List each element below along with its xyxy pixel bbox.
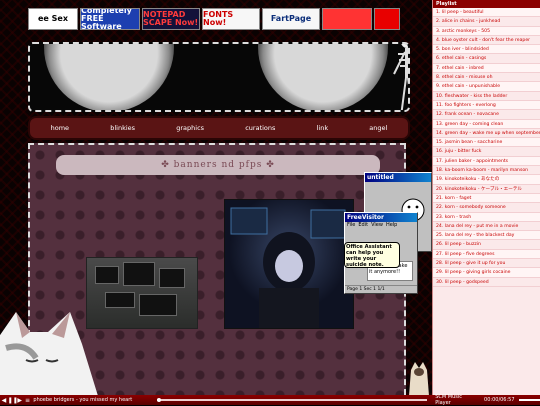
nav-link[interactable]: link xyxy=(317,124,329,132)
playlist-item[interactable]: 20. kinokoteikoku - ケーブル・エーテル xyxy=(433,185,540,194)
website-page: ee Sex Completely FREE Software NOTEPAD SC… xyxy=(0,0,432,395)
title-ornament-right: ✤ xyxy=(262,160,275,170)
playlist-item[interactable]: 25. lana del rey - the blackest day xyxy=(433,231,540,241)
blinkie-2: NOTEPAD SCAPE Now! xyxy=(142,8,200,30)
menu-view[interactable]: View xyxy=(371,222,383,228)
playlist-item[interactable]: 7. ethel cain - inbred xyxy=(433,63,540,74)
menu-help[interactable]: Help xyxy=(386,222,397,228)
paint-titlebar: FreeVisitor xyxy=(345,213,417,222)
next-icon[interactable]: ▶ xyxy=(16,397,24,404)
anime-girl-figure xyxy=(230,207,346,328)
blinkie-0: ee Sex xyxy=(28,8,78,30)
playlist-item[interactable]: 8. ethel cain - misuse oh xyxy=(433,73,540,83)
section-title: ✤ banners nd pfps ✤ xyxy=(56,155,380,175)
blinkie-4: FartPage xyxy=(262,8,320,30)
title-ornament-left: ✤ xyxy=(161,160,174,170)
blinkie-row: ee Sex Completely FREE Software NOTEPAD SC… xyxy=(28,8,400,30)
blinkie-5 xyxy=(322,8,372,30)
playlist-item[interactable]: 19. kinokoteikoku - あなたの xyxy=(433,175,540,185)
music-player-bar: ◀ ❚❚ ▶ ≡ phoebe bridgers - you missed my… xyxy=(0,394,540,406)
section-title-text: banners nd pfps xyxy=(173,160,263,170)
playlist-item[interactable]: 22. korn - somebody someone xyxy=(433,203,540,213)
playlist-item[interactable]: 29. lil peep - giving girls cocaine xyxy=(433,268,540,278)
menu-file[interactable]: File xyxy=(347,222,355,228)
playlist-item[interactable]: 9. ethel cain - unpunishable xyxy=(433,82,540,92)
moon-image-right xyxy=(258,44,388,110)
playlist-item[interactable]: 5. bon iver - blindsided xyxy=(433,45,540,55)
playlist-item[interactable]: 6. ethel cain - casings xyxy=(433,54,540,64)
skeleton-icon xyxy=(393,44,408,110)
playlist-item[interactable]: 28. lil peep - give it up for you xyxy=(433,259,540,269)
playlist-item[interactable]: 10. fleshwater - kiss the ladder xyxy=(433,92,540,101)
playlist-item[interactable]: 14. green day - wake me up when septembe… xyxy=(433,129,540,139)
player-name: SCM Music Player xyxy=(435,394,462,406)
siamese-cat-image xyxy=(409,362,429,395)
playlist-title: Playlist xyxy=(433,0,540,8)
playlist-item[interactable]: 24. lana del rey - put me in a movie xyxy=(433,222,540,232)
header-banner xyxy=(28,42,410,112)
prev-icon[interactable]: ◀ xyxy=(0,397,8,404)
office-assistant-tooltip: Office Assistant can help you write your… xyxy=(344,242,400,268)
main-nav: home blinkies graphics curations link an… xyxy=(28,116,410,140)
white-cat-image xyxy=(0,312,98,395)
progress-bar[interactable] xyxy=(157,398,428,402)
playlist-item[interactable]: 30. lil peep - godspeed xyxy=(433,278,540,287)
playlist-item[interactable]: 18. ka-boom ka-boom - marilyn manson xyxy=(433,166,540,176)
menu-edit[interactable]: Edit xyxy=(358,222,368,228)
playlist-item[interactable]: 13. green day - coming clean xyxy=(433,119,540,129)
blinkie-1: Completely FREE Software xyxy=(80,8,140,30)
playlist-item[interactable]: 12. frank ocean - novacane xyxy=(433,110,540,120)
moon-image-left xyxy=(44,44,174,110)
nav-home[interactable]: home xyxy=(51,124,69,132)
playlist-toggle-icon[interactable]: ≡ xyxy=(24,397,32,404)
playlist-item[interactable]: 27. lil peep - five degrees xyxy=(433,249,540,260)
untitled-titlebar: untitled xyxy=(365,173,431,182)
volume-slider[interactable] xyxy=(518,399,540,401)
playlist-item[interactable]: 1. lil peep - beautiful xyxy=(433,8,540,18)
playlist-item[interactable]: 16. juju - bitter fuck xyxy=(433,147,540,157)
playlist-item[interactable]: 2. alice in chains - junkhead xyxy=(433,17,540,27)
playlist-panel: Playlist 1. lil peep - beautiful 2. alice… xyxy=(432,0,540,395)
anime-girl-image xyxy=(224,199,354,329)
paint-statusbar: Page 1 Sec 1 1/1 xyxy=(345,285,417,293)
blinkie-6 xyxy=(374,8,400,30)
playlist-items: 1. lil peep - beautiful 2. alice in chain… xyxy=(433,8,540,287)
nav-curations[interactable]: curations xyxy=(245,124,275,132)
playlist-item[interactable]: 23. korn - trash xyxy=(433,212,540,222)
progress-knob[interactable] xyxy=(157,398,162,402)
playlist-item[interactable]: 17. julien baker - appointments xyxy=(433,156,540,167)
paint-menu: File Edit View Help xyxy=(345,222,417,228)
blinkie-3: FONTS Now! xyxy=(202,8,260,30)
nav-graphics[interactable]: graphics xyxy=(176,124,204,132)
nav-blinkies[interactable]: blinkies xyxy=(110,124,135,132)
now-playing: phoebe bridgers - you missed my heart xyxy=(33,397,133,403)
playlist-item[interactable]: 15. jasmin bean - saccharine xyxy=(433,138,540,148)
time-display: 00:00/06:57 xyxy=(484,397,515,403)
pause-icon[interactable]: ❚❚ xyxy=(8,397,18,404)
nav-angel[interactable]: angel xyxy=(369,124,387,132)
playlist-item[interactable]: 26. lil peep - buzzin xyxy=(433,240,540,250)
playlist-item[interactable]: 3. arctic monkeys - 505 xyxy=(433,26,540,36)
playlist-item[interactable]: 4. blue oyster cult - don't fear the rea… xyxy=(433,36,540,46)
playlist-item[interactable]: 21. korn - faget xyxy=(433,193,540,204)
playlist-item[interactable]: 11. foo fighters - everlong xyxy=(433,100,540,111)
